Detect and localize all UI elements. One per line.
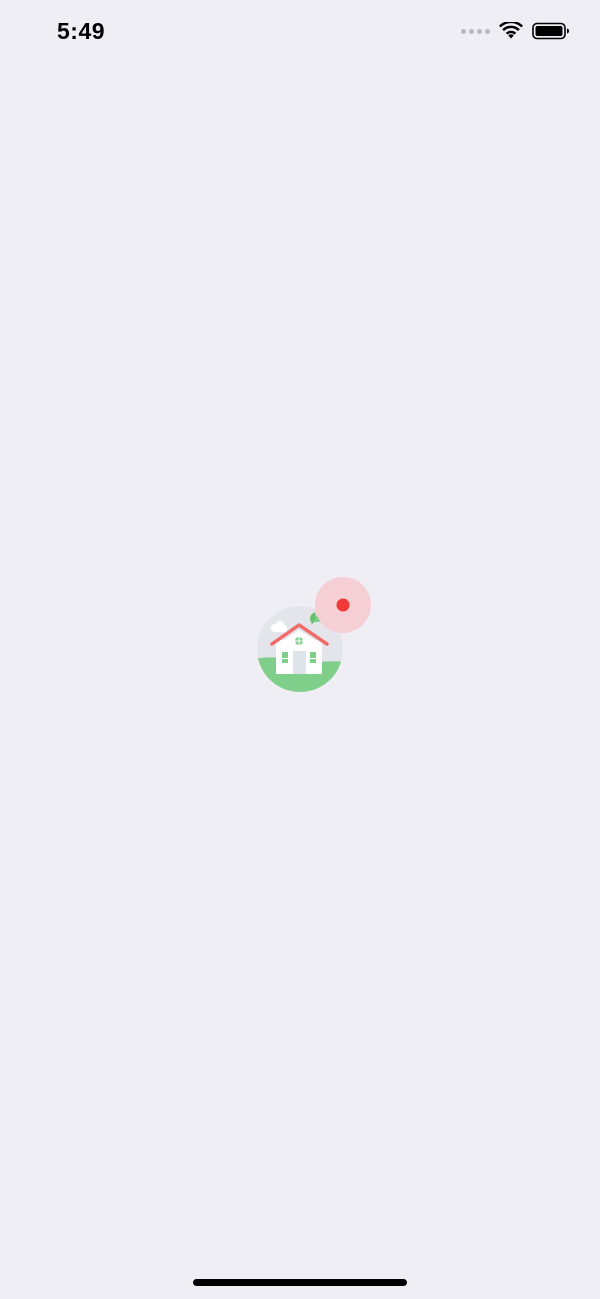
battery-icon	[532, 22, 570, 40]
home-indicator[interactable]	[193, 1279, 407, 1286]
wifi-icon	[499, 22, 523, 40]
app-launch-logo	[252, 574, 376, 698]
red-dot-icon	[315, 577, 371, 633]
status-icons	[461, 22, 570, 40]
cellular-signal-icon	[461, 28, 490, 34]
launch-screen: 5:49	[0, 0, 600, 1299]
status-bar: 5:49	[0, 0, 600, 66]
status-time: 5:49	[57, 18, 106, 44]
